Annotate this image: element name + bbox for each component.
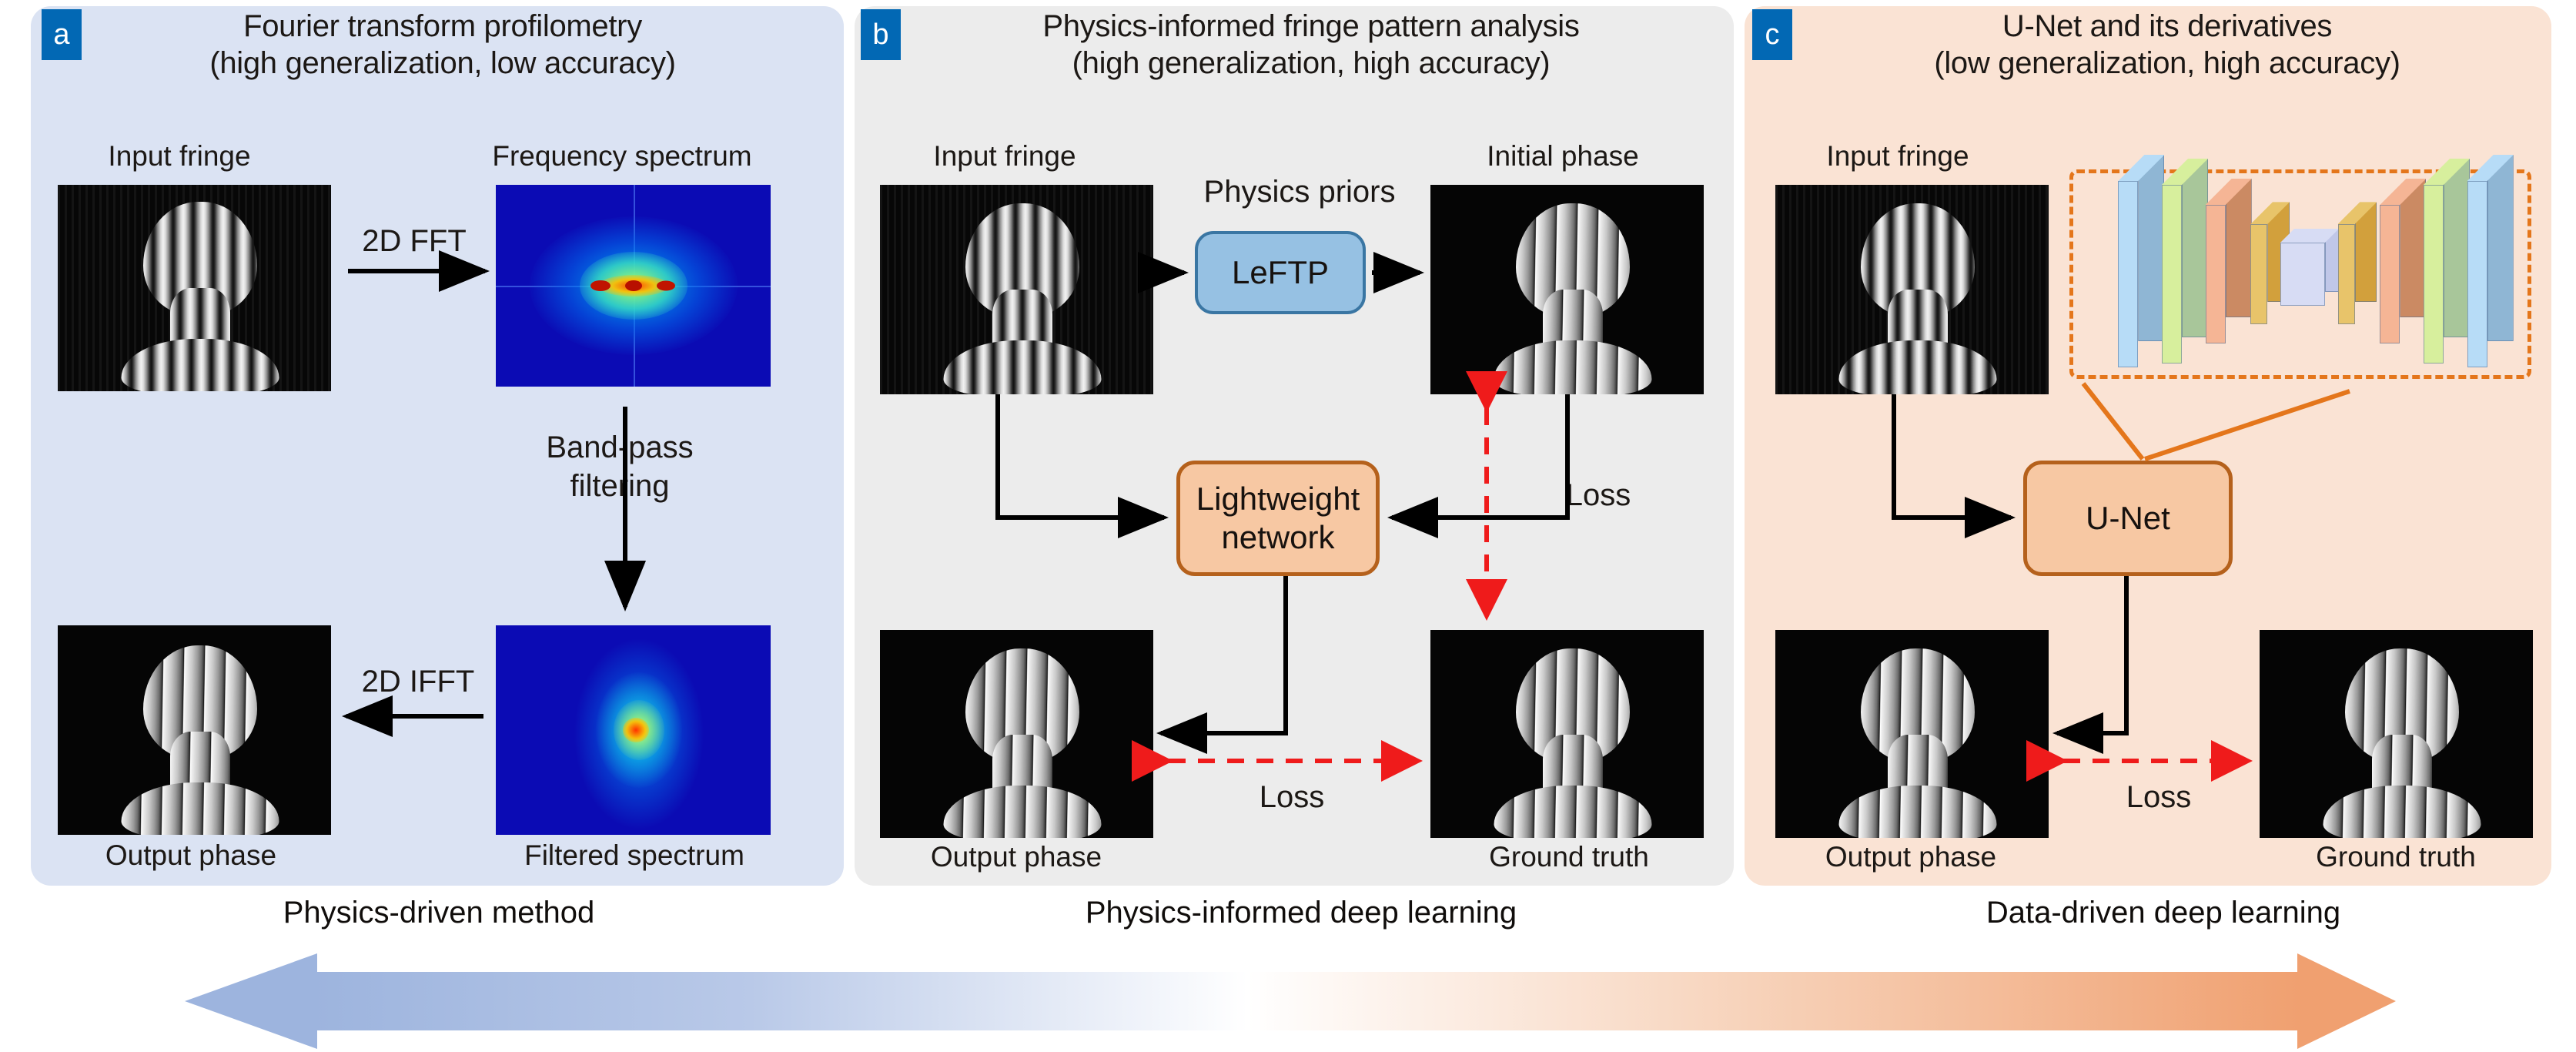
label-band-pass-filtering: Band-pass filtering bbox=[546, 431, 694, 503]
panel-b-title: Physics-informed fringe pattern analysis… bbox=[899, 8, 1723, 82]
caption-b-initial-phase: Initial phase bbox=[1487, 140, 1639, 172]
bust-phase-silhouette bbox=[1484, 648, 1661, 838]
bottom-caption-b: Physics-informed deep learning bbox=[1085, 896, 1517, 930]
panel-a-title-line1: Fourier transform profilometry bbox=[243, 9, 642, 43]
u-net-layer-stack bbox=[2069, 155, 2531, 379]
panel-b-title-line1: Physics-informed fringe pattern analysis bbox=[1042, 9, 1580, 43]
spectrum-canvas bbox=[496, 185, 771, 387]
label-physics-priors: Physics priors bbox=[1203, 175, 1396, 209]
panel-b-badge: b bbox=[861, 9, 901, 60]
caption-b-output-phase: Output phase bbox=[930, 841, 1102, 873]
u-net-layer bbox=[2380, 179, 2427, 343]
u-net-layer-front-face bbox=[2118, 181, 2139, 367]
label-loss-c: Loss bbox=[2126, 780, 2192, 814]
u-net-layer bbox=[2424, 159, 2470, 364]
caption-a-input-fringe: Input fringe bbox=[108, 140, 251, 172]
image-b-ground-truth bbox=[1430, 630, 1704, 838]
image-a-output-phase bbox=[58, 625, 331, 835]
bust-fringe-silhouette bbox=[1829, 203, 2006, 394]
image-a-frequency-spectrum bbox=[496, 185, 771, 387]
caption-c-ground-truth: Ground truth bbox=[2316, 841, 2476, 873]
image-c-ground-truth bbox=[2260, 630, 2533, 838]
panel-c-title: U-Net and its derivatives (low generaliz… bbox=[1794, 8, 2541, 82]
gradient-arrow-right-head bbox=[2297, 953, 2396, 1049]
figure-root: a Fourier transform profilometry (high g… bbox=[0, 0, 2576, 1052]
image-b-output-phase bbox=[880, 630, 1153, 838]
panel-c-title-line1: U-Net and its derivatives bbox=[2002, 9, 2333, 43]
caption-a-frequency-spectrum: Frequency spectrum bbox=[492, 140, 752, 172]
u-net-layer-front-face bbox=[2162, 185, 2182, 364]
panel-a-badge: a bbox=[42, 9, 82, 60]
u-net-layer-front-face bbox=[2280, 243, 2325, 306]
u-net-layer bbox=[2162, 159, 2208, 364]
u-net-layer-front-face bbox=[2337, 224, 2355, 324]
u-net-layer-side-face bbox=[2487, 155, 2514, 341]
bust-fringe-silhouette bbox=[934, 203, 1111, 394]
panel-b-title-line2: (high generalization, high accuracy) bbox=[1072, 46, 1551, 80]
caption-b-ground-truth: Ground truth bbox=[1489, 841, 1649, 873]
module-lightweight-network-label: Lightweight network bbox=[1196, 481, 1360, 555]
u-net-layer-side-face bbox=[2138, 155, 2165, 341]
image-c-input-fringe bbox=[1775, 185, 2049, 394]
bust-phase-silhouette bbox=[1484, 203, 1661, 394]
image-c-output-phase bbox=[1775, 630, 2049, 838]
image-a-input-fringe bbox=[58, 185, 331, 391]
label-loss-b-vertical: Loss bbox=[1565, 478, 1631, 512]
bust-phase-silhouette bbox=[1829, 648, 2006, 838]
u-net-layer bbox=[2205, 179, 2252, 343]
label-2d-fft: 2D FFT bbox=[362, 224, 467, 258]
gradient-arrow-bar bbox=[314, 972, 2300, 1030]
u-net-layer-side-face bbox=[2444, 159, 2470, 337]
u-net-layer bbox=[2337, 202, 2377, 324]
u-net-layer-front-face bbox=[2250, 224, 2268, 324]
u-net-layer bbox=[2280, 228, 2340, 306]
panel-a-title-line2: (high generalization, low accuracy) bbox=[209, 46, 676, 80]
spectrum-filtered-canvas bbox=[496, 625, 771, 835]
module-u-net[interactable]: U-Net bbox=[2023, 461, 2233, 576]
gradient-arrow-left-head bbox=[185, 953, 317, 1049]
bust-fringe-silhouette bbox=[112, 202, 289, 391]
caption-c-input-fringe: Input fringe bbox=[1826, 140, 1969, 172]
image-a-filtered-spectrum bbox=[496, 625, 771, 835]
image-b-initial-phase bbox=[1430, 185, 1704, 394]
bottom-caption-c: Data-driven deep learning bbox=[1986, 896, 2341, 930]
label-2d-ifft: 2D IFFT bbox=[361, 665, 475, 699]
caption-c-output-phase: Output phase bbox=[1825, 841, 1997, 873]
bust-phase-silhouette bbox=[2313, 648, 2491, 838]
u-net-layer-front-face bbox=[2205, 205, 2226, 343]
label-loss-b-horizontal: Loss bbox=[1259, 780, 1325, 814]
u-net-layer-side-face bbox=[2182, 159, 2208, 337]
caption-a-output-phase: Output phase bbox=[105, 839, 277, 871]
module-leftp[interactable]: LeFTP bbox=[1195, 231, 1366, 314]
u-net-layer-front-face bbox=[2424, 185, 2444, 364]
u-net-layer-front-face bbox=[2380, 205, 2400, 343]
bust-phase-silhouette bbox=[112, 645, 289, 835]
u-net-architecture-illustration bbox=[2069, 155, 2531, 379]
gradient-arrow-hidden bbox=[185, 950, 2379, 1030]
u-net-layer bbox=[2467, 155, 2514, 367]
panel-c-badge: c bbox=[1752, 9, 1792, 60]
image-b-input-fringe bbox=[880, 185, 1153, 394]
bust-phase-silhouette bbox=[934, 648, 1111, 838]
caption-a-filtered-spectrum: Filtered spectrum bbox=[524, 839, 744, 871]
caption-b-input-fringe: Input fringe bbox=[933, 140, 1076, 172]
u-net-layer bbox=[2250, 202, 2290, 324]
u-net-layer-front-face bbox=[2467, 181, 2487, 367]
module-lightweight-network[interactable]: Lightweight network bbox=[1176, 461, 1380, 576]
panel-c-title-line2: (low generalization, high accuracy) bbox=[1934, 46, 2400, 80]
bottom-caption-a: Physics-driven method bbox=[283, 896, 595, 930]
u-net-layer bbox=[2118, 155, 2165, 367]
panel-a-title: Fourier transform profilometry (high gen… bbox=[85, 8, 801, 82]
